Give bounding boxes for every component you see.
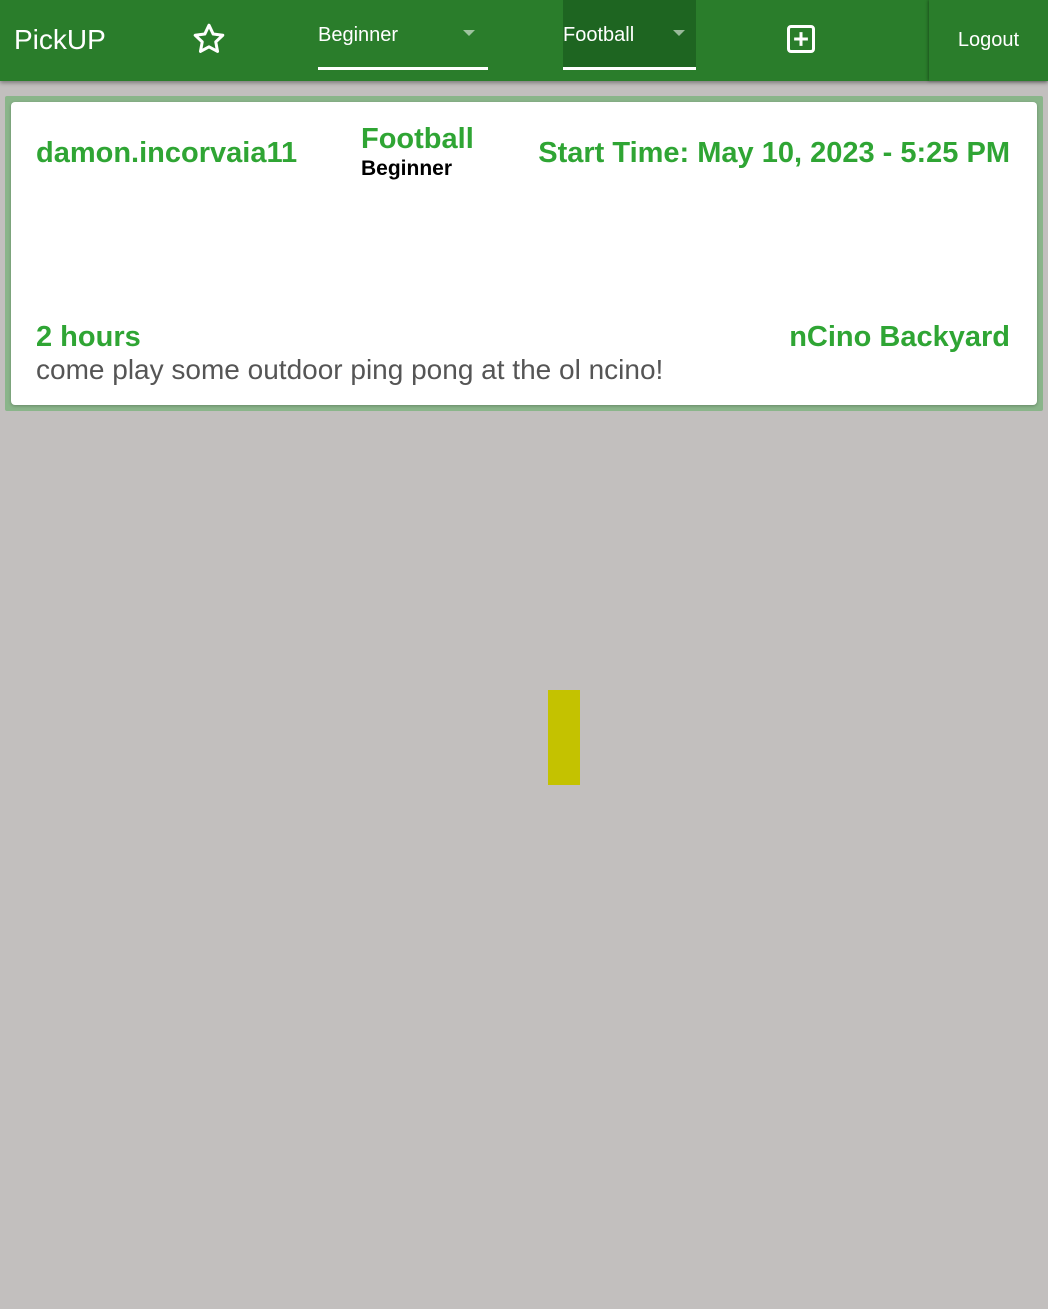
yellow-block bbox=[548, 690, 580, 785]
game-level: Beginner bbox=[361, 157, 453, 180]
skill-level-dropdown[interactable]: Beginner bbox=[318, 0, 488, 70]
dropdown-underline bbox=[563, 67, 696, 70]
sport-dropdown[interactable]: Football bbox=[563, 0, 696, 70]
caret-down-icon bbox=[673, 30, 685, 36]
top-app-bar: PickUP Beginner Football Logout bbox=[0, 0, 1048, 81]
add-game-button[interactable] bbox=[776, 14, 826, 64]
caret-down-icon bbox=[463, 30, 475, 36]
game-card[interactable]: damon.incorvaia11 Football Beginner Star… bbox=[11, 102, 1037, 405]
dropdown-underline bbox=[318, 67, 488, 70]
logout-button[interactable]: Logout bbox=[929, 0, 1048, 81]
plus-square-icon bbox=[787, 25, 815, 53]
game-start-time: Start Time: May 10, 2023 - 5:25 PM bbox=[538, 137, 1010, 169]
game-host: damon.incorvaia11 bbox=[36, 137, 298, 169]
skill-level-selected: Beginner bbox=[318, 24, 399, 46]
app-title: PickUP bbox=[14, 24, 106, 55]
favorites-button[interactable] bbox=[184, 14, 234, 64]
star-outline-icon bbox=[193, 23, 225, 53]
game-description: come play some outdoor ping pong at the … bbox=[36, 354, 664, 385]
game-location: nCino Backyard bbox=[789, 321, 1010, 353]
game-duration: 2 hours bbox=[36, 321, 141, 353]
game-sport: Football bbox=[361, 123, 474, 155]
sport-selected: Football bbox=[563, 24, 635, 46]
